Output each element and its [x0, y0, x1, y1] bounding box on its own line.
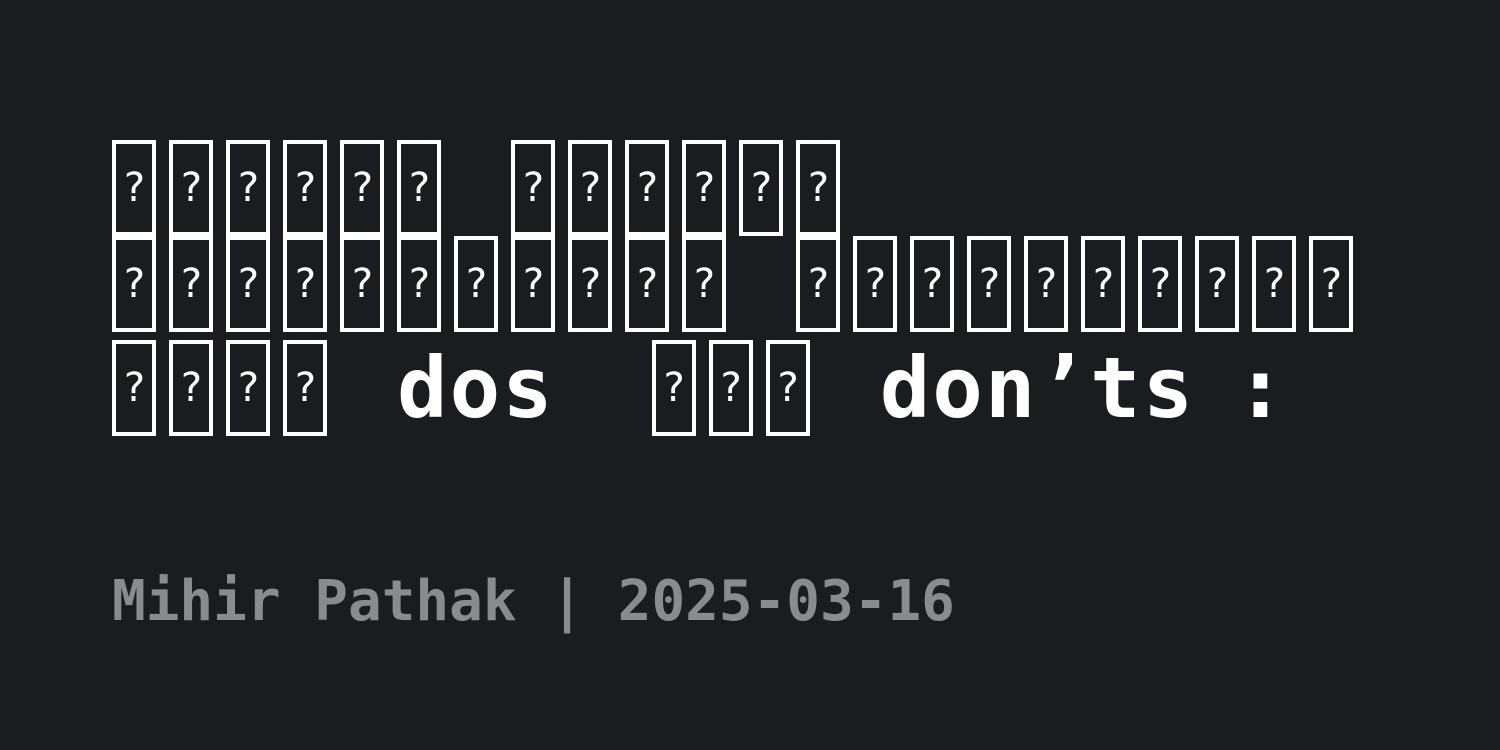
- missing-glyph-box: ?: [853, 236, 897, 332]
- missing-glyph-box: ?: [340, 236, 384, 332]
- missing-glyph-box: ?: [112, 140, 156, 236]
- missing-glyph-box: ?: [625, 236, 669, 332]
- missing-glyph-box: ?: [454, 236, 498, 332]
- missing-glyph-box: ?: [967, 236, 1011, 332]
- missing-glyph-box: ?: [112, 340, 156, 436]
- post-title: ???????????? ????????????????????? ???? d…: [112, 140, 1432, 472]
- missing-glyph-box: ?: [910, 236, 954, 332]
- missing-glyph-box: ?: [796, 140, 840, 236]
- title-line-3-content: ???? dos??? don’ts:: [112, 340, 1328, 436]
- missing-glyph-box: ?: [283, 236, 327, 332]
- meta-separator: |: [550, 569, 585, 634]
- title-line-1: ????????????: [112, 140, 1432, 236]
- missing-glyph-box: ?: [397, 236, 441, 332]
- missing-glyph-box: ?: [1024, 236, 1068, 332]
- missing-glyph-box: ?: [226, 340, 270, 436]
- missing-glyph-box: ?: [708, 340, 753, 436]
- missing-glyph-box: ?: [511, 140, 555, 236]
- missing-glyph-box: ?: [1195, 236, 1239, 332]
- title-line-2: ?????????????????????: [112, 236, 1432, 340]
- publish-date: 2025-03-16: [617, 569, 955, 634]
- missing-glyph-box: ?: [112, 236, 156, 332]
- title-line-2-glyphs: ?????????????????????: [112, 236, 1366, 332]
- missing-glyph-box: ?: [226, 140, 270, 236]
- title-word: don’ts: [879, 339, 1196, 437]
- missing-glyph-box: ?: [169, 236, 213, 332]
- missing-glyph-box: ?: [511, 236, 555, 332]
- missing-glyph-box: ?: [283, 340, 327, 436]
- missing-glyph-box: ?: [796, 236, 840, 332]
- missing-glyph-box: ?: [283, 140, 327, 236]
- missing-glyph-box: ?: [169, 140, 213, 236]
- title-word: dos: [397, 339, 555, 437]
- missing-glyph-box: ?: [340, 140, 384, 236]
- title-line-3: ???? dos??? don’ts:: [112, 340, 1432, 472]
- missing-glyph-box: ?: [169, 340, 213, 436]
- missing-glyph-box: ?: [651, 340, 696, 436]
- missing-glyph-box: ?: [397, 140, 441, 236]
- og-card: ???????????? ????????????????????? ???? d…: [0, 0, 1500, 750]
- missing-glyph-box: ?: [765, 340, 810, 436]
- missing-glyph-box: ?: [1309, 236, 1353, 332]
- missing-glyph-box: ?: [625, 140, 669, 236]
- missing-glyph-box: ?: [682, 140, 726, 236]
- title-word: :: [1235, 339, 1288, 437]
- missing-glyph-box: ?: [226, 236, 270, 332]
- missing-glyph-box: ?: [1138, 236, 1182, 332]
- missing-glyph-box: ?: [682, 236, 726, 332]
- post-meta: Mihir Pathak | 2025-03-16: [112, 570, 955, 634]
- author-name: Mihir Pathak: [112, 569, 517, 634]
- missing-glyph-box: ?: [1252, 236, 1296, 332]
- title-line-1-glyphs: ????????????: [112, 140, 853, 236]
- missing-glyph-box: ?: [568, 236, 612, 332]
- missing-glyph-box: ?: [739, 140, 783, 236]
- missing-glyph-box: ?: [1081, 236, 1125, 332]
- missing-glyph-box: ?: [568, 140, 612, 236]
